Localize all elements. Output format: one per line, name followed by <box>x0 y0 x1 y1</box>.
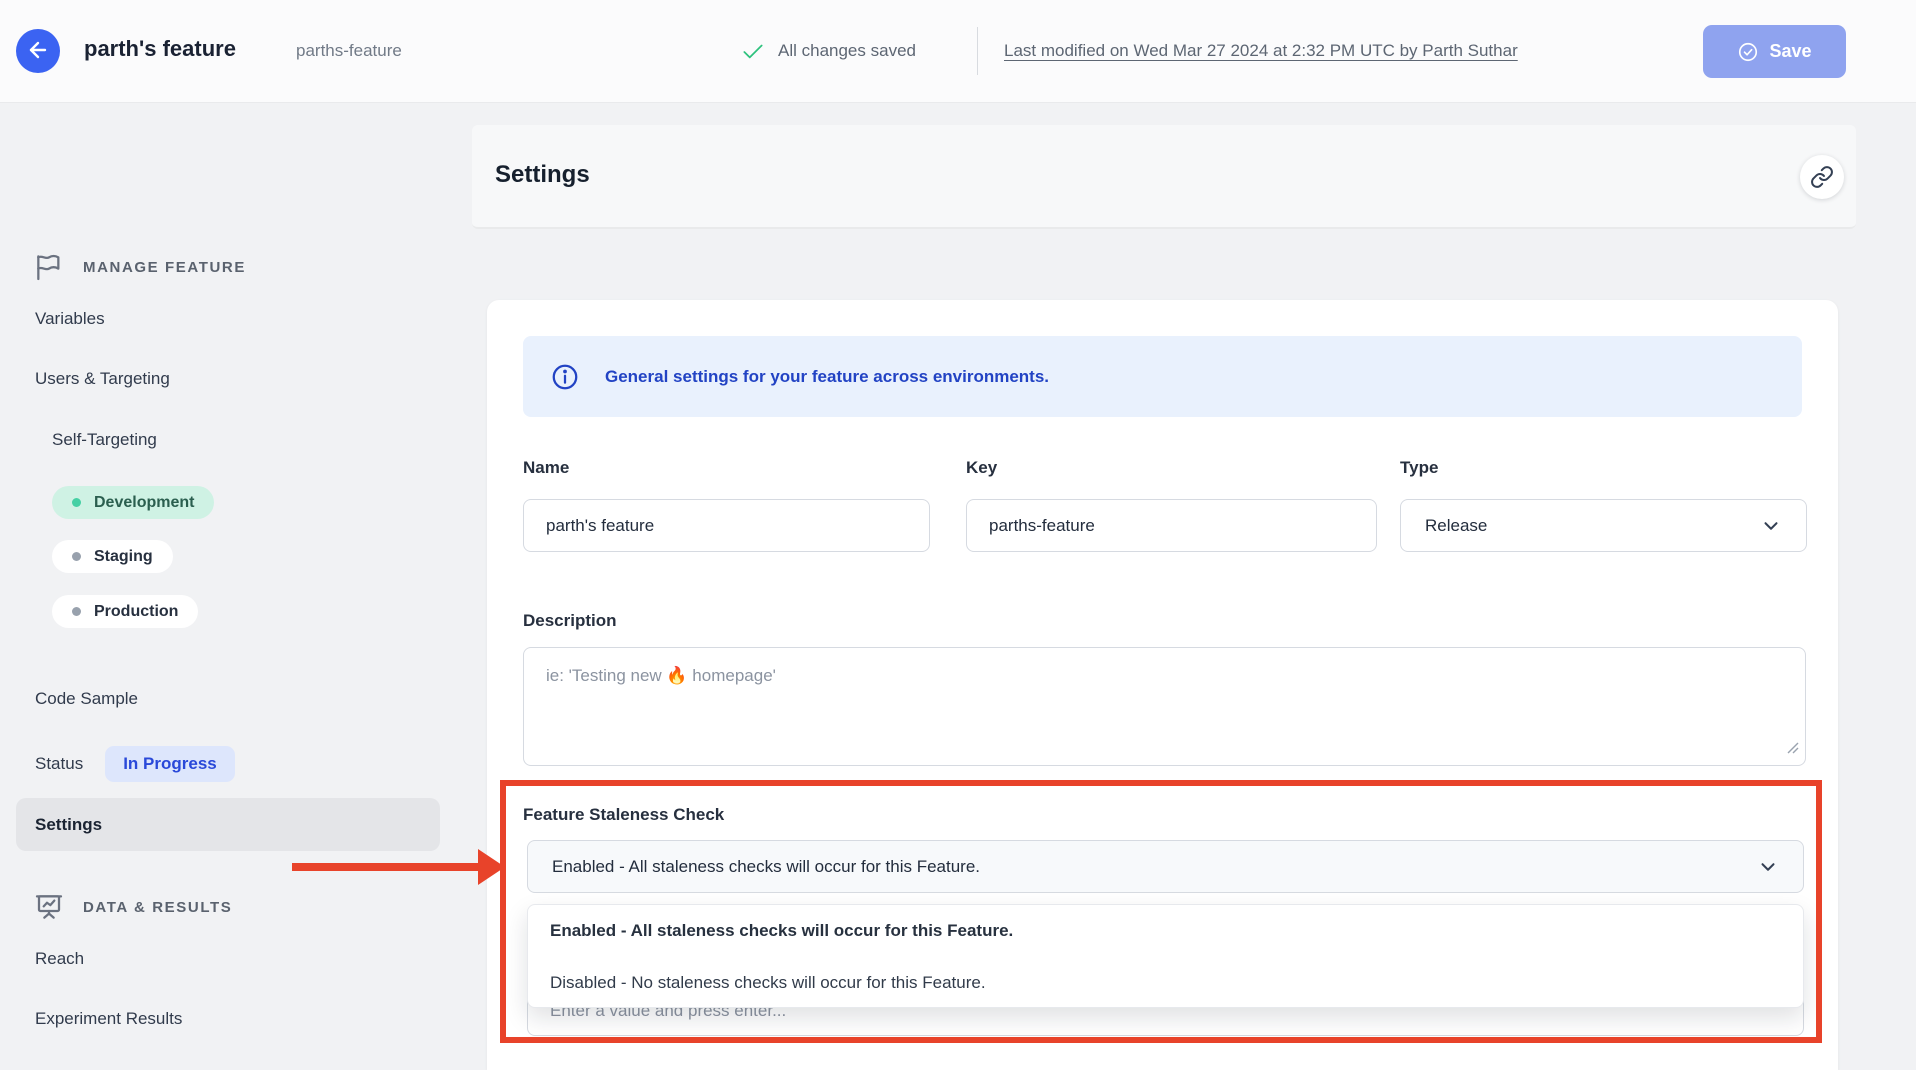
settings-card: General settings for your feature across… <box>487 300 1838 1070</box>
sidebar-item-variables[interactable]: Variables <box>35 309 105 329</box>
data-results-heading: DATA & RESULTS <box>83 899 232 916</box>
back-button[interactable] <box>16 29 60 73</box>
feature-title: parth's feature <box>84 36 236 62</box>
info-banner: General settings for your feature across… <box>523 336 1802 417</box>
save-button-label: Save <box>1769 41 1811 62</box>
save-check-icon <box>1737 41 1759 63</box>
flag-icon <box>33 251 65 283</box>
sidebar-settings-label: Settings <box>35 815 102 835</box>
chevron-down-icon <box>1760 515 1782 537</box>
info-banner-text: General settings for your feature across… <box>605 367 1049 387</box>
staleness-select-value: Enabled - All staleness checks will occu… <box>552 857 980 877</box>
type-select-value: Release <box>1425 516 1487 536</box>
staleness-option-disabled[interactable]: Disabled - No staleness checks will occu… <box>528 957 1803 1008</box>
env-dot-production <box>72 607 81 616</box>
key-input[interactable] <box>966 499 1377 552</box>
sidebar-item-code-sample[interactable]: Code Sample <box>35 689 138 709</box>
back-arrow-icon <box>26 38 50 65</box>
manage-feature-heading: MANAGE FEATURE <box>83 259 246 276</box>
key-label: Key <box>966 458 997 478</box>
name-label: Name <box>523 458 569 478</box>
description-textarea[interactable] <box>523 647 1806 766</box>
sidebar-item-reach[interactable]: Reach <box>35 949 84 969</box>
sidebar-item-experiment-results[interactable]: Experiment Results <box>35 1009 182 1029</box>
env-pill-staging[interactable]: Staging <box>52 540 173 573</box>
type-select[interactable]: Release <box>1400 499 1807 552</box>
header-divider <box>977 27 978 75</box>
description-field-wrap <box>523 647 1806 766</box>
env-label-development: Development <box>94 494 194 512</box>
staleness-select[interactable]: Enabled - All staleness checks will occu… <box>527 840 1804 893</box>
name-input[interactable] <box>523 499 930 552</box>
status-label: Status <box>35 754 83 774</box>
env-label-staging: Staging <box>94 548 153 566</box>
description-label: Description <box>523 611 617 631</box>
copy-link-button[interactable] <box>1800 155 1844 199</box>
staleness-option-enabled[interactable]: Enabled - All staleness checks will occu… <box>528 905 1803 957</box>
page-title: Settings <box>495 161 590 189</box>
feature-key-subtitle: parths-feature <box>296 41 402 61</box>
sidebar: MANAGE FEATURE Variables Users & Targeti… <box>0 103 470 1070</box>
staleness-label: Feature Staleness Check <box>523 805 724 825</box>
type-label: Type <box>1400 458 1438 478</box>
save-button[interactable]: Save <box>1703 25 1846 78</box>
data-results-section-header: DATA & RESULTS <box>33 891 232 923</box>
env-pill-production[interactable]: Production <box>52 595 198 628</box>
staleness-dropdown-menu: Enabled - All staleness checks will occu… <box>527 904 1804 1008</box>
chevron-down-icon <box>1757 856 1779 878</box>
env-dot-staging <box>72 552 81 561</box>
last-modified-link[interactable]: Last modified on Wed Mar 27 2024 at 2:32… <box>1004 41 1518 61</box>
resize-grip-icon[interactable] <box>1785 740 1799 759</box>
status-badge[interactable]: In Progress <box>105 746 235 782</box>
env-label-production: Production <box>94 603 178 621</box>
settings-title-panel: Settings <box>472 125 1856 229</box>
sidebar-item-settings[interactable]: Settings <box>16 798 440 851</box>
status-row: Status In Progress <box>35 746 235 782</box>
app-header: parth's feature parths-feature All chang… <box>0 0 1916 103</box>
manage-feature-section-header: MANAGE FEATURE <box>33 251 246 283</box>
presentation-chart-icon <box>33 891 65 923</box>
link-icon <box>1810 165 1834 189</box>
sidebar-item-users-targeting[interactable]: Users & Targeting <box>35 369 170 389</box>
env-dot-development <box>72 498 81 507</box>
info-icon <box>550 362 580 392</box>
sidebar-item-self-targeting[interactable]: Self-Targeting <box>52 430 157 450</box>
saved-status-text: All changes saved <box>778 41 916 61</box>
env-pill-development[interactable]: Development <box>52 486 214 519</box>
saved-check-icon <box>740 39 766 70</box>
